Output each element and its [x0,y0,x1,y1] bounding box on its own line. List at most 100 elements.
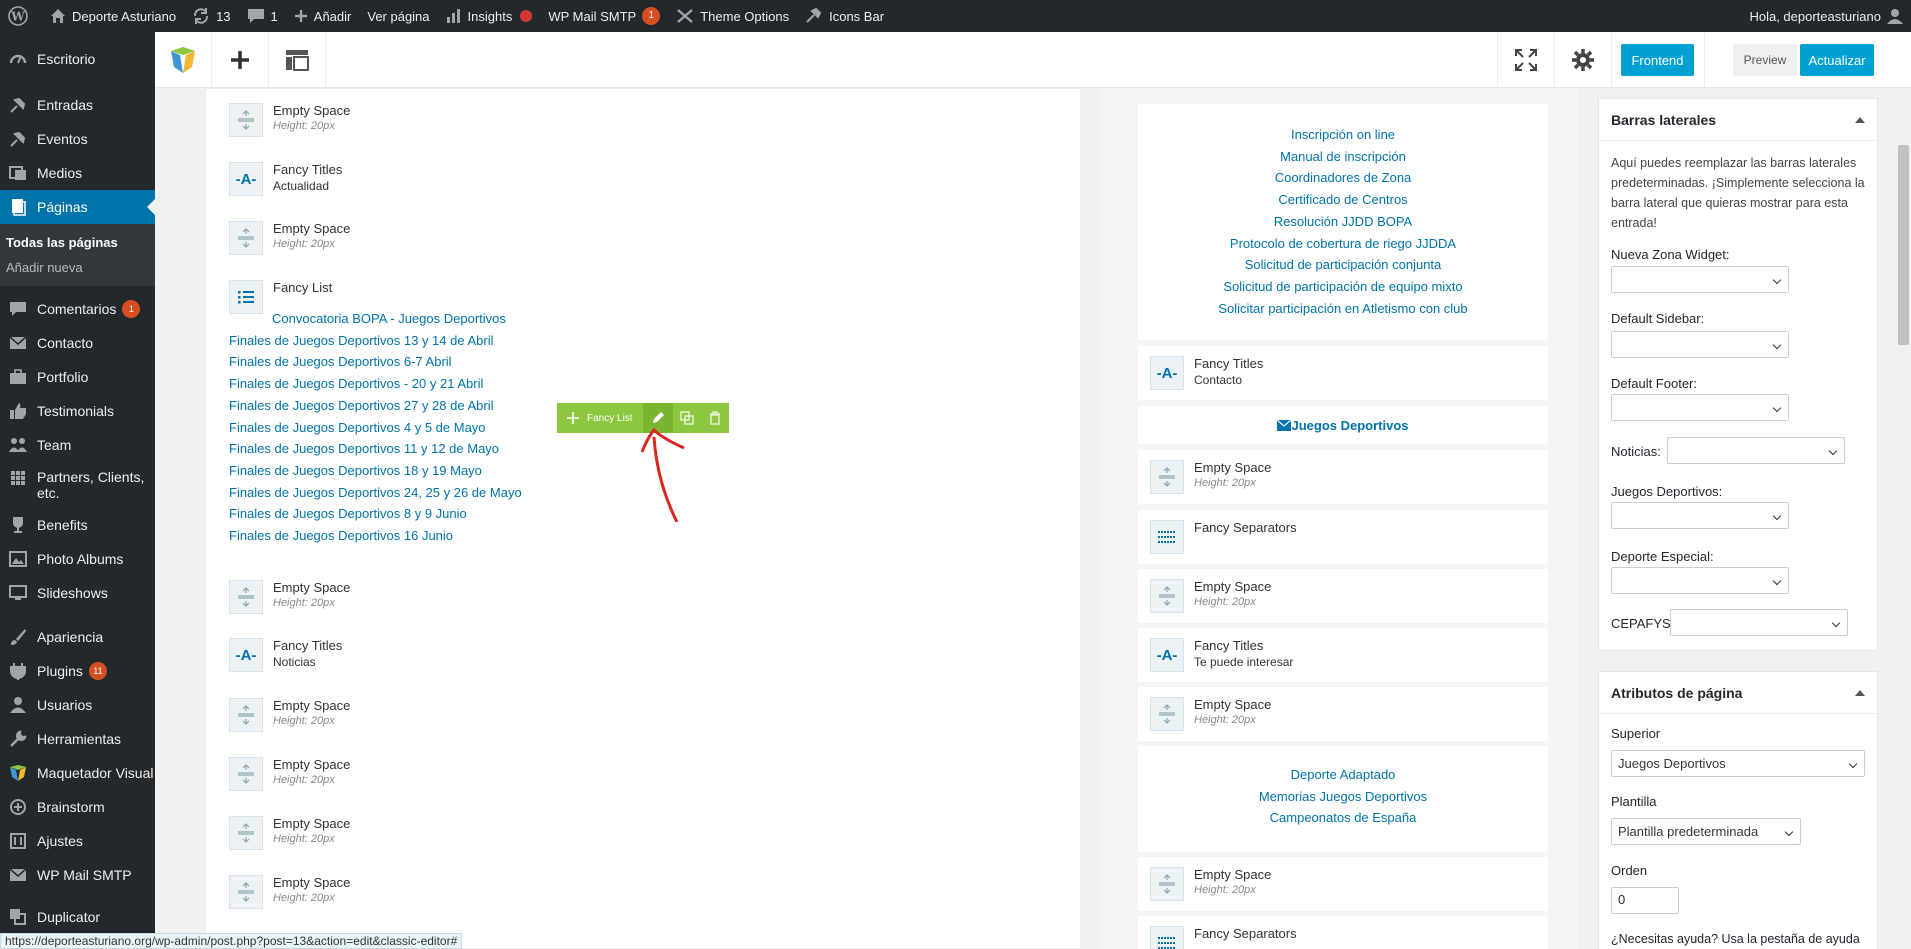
right-link[interactable]: Coordinadores de Zona [1138,167,1548,189]
fullscreen-button[interactable] [1498,32,1554,88]
empty-space-card[interactable]: Empty Space Height: 20px [1138,450,1548,504]
menu-photo-albums[interactable]: Photo Albums [0,542,155,576]
comments-link[interactable]: 1 [239,0,286,32]
empty-space-element[interactable]: Empty Space Height: 20px [229,757,350,791]
menu-escritorio[interactable]: Escritorio [0,42,155,76]
default-sidebar-select[interactable] [1611,331,1789,358]
right-link[interactable]: Memorias Juegos Deportivos [1138,786,1548,808]
menu-partners[interactable]: Partners, Clients, etc. [0,462,155,508]
empty-space-element[interactable]: Empty Space Height: 20px [229,816,350,850]
menu-brainstorm[interactable]: Brainstorm [0,790,155,824]
right-link[interactable]: Certificado de Centros [1138,189,1548,211]
list-link[interactable]: Finales de Juegos Deportivos 16 Junio [229,525,522,547]
menu-medios[interactable]: Medios [0,156,155,190]
empty-space-element[interactable]: Empty Space Height: 20px [229,580,350,614]
list-link[interactable]: Finales de Juegos Deportivos 18 y 19 May… [229,460,522,482]
nueva-zona-select[interactable] [1611,266,1789,293]
menu-benefits[interactable]: Benefits [0,508,155,542]
right-link[interactable]: Manual de inscripción [1138,146,1548,168]
menu-wp-mail-smtp[interactable]: WP Mail SMTP [0,858,155,892]
menu-apariencia[interactable]: Apariencia [0,620,155,654]
superior-select[interactable]: Juegos Deportivos [1611,750,1865,777]
menu-maquetador[interactable]: Maquetador Visual [0,756,155,790]
empty-space-card[interactable]: Empty Space Height: 20px [1138,857,1548,911]
user-menu[interactable]: Hola, deporteasturiano [1741,0,1911,32]
right-link[interactable]: Inscripción on line [1138,124,1548,146]
submenu-todas-paginas[interactable]: Todas las páginas [0,230,155,255]
fancy-separators-card[interactable]: Fancy Separators [1138,916,1548,949]
menu-paginas[interactable]: Páginas [0,190,155,224]
collapse-arrow-icon[interactable] [1855,689,1865,696]
delete-button[interactable] [701,403,729,433]
fancy-titles-element[interactable]: -A- Fancy Titles Noticias [229,638,342,672]
interest-links-block[interactable]: Deporte Adaptado Memorias Juegos Deporti… [1138,746,1548,852]
settings-button[interactable] [1555,32,1611,88]
list-link[interactable]: Finales de Juegos Deportivos 6-7 Abril [229,351,522,373]
empty-space-card[interactable]: Empty Space Height: 20px [1138,687,1548,741]
list-link[interactable]: Finales de Juegos Deportivos 8 y 9 Junio [229,503,522,525]
menu-eventos[interactable]: Eventos [0,122,155,156]
theme-options-link[interactable]: Theme Options [668,0,797,32]
juegos-select[interactable] [1611,502,1789,529]
fancy-titles-card[interactable]: -A- Fancy Titles Contacto [1138,346,1548,400]
empty-space-element[interactable]: Empty Space Height: 20px [229,875,350,909]
menu-testimonials[interactable]: Testimonials [0,394,155,428]
page-attributes-header[interactable]: Atributos de página [1599,672,1877,714]
right-link[interactable]: Protocolo de cobertura de riego JJDDA [1138,233,1548,255]
list-link[interactable]: Finales de Juegos Deportivos 24, 25 y 26… [229,482,522,504]
list-link[interactable]: Finales de Juegos Deportivos 11 y 12 de … [229,438,522,460]
fancy-titles-card[interactable]: -A- Fancy Titles Te puede interesar [1138,628,1548,682]
menu-portfolio[interactable]: Portfolio [0,360,155,394]
menu-comentarios[interactable]: Comentarios 1 [0,292,155,326]
menu-herramientas[interactable]: Herramientas [0,722,155,756]
empty-space-element[interactable]: Empty Space Height: 20px [229,221,350,255]
vc-logo-icon[interactable] [155,32,211,88]
menu-ajustes[interactable]: Ajustes [0,824,155,858]
menu-plugins[interactable]: Plugins 11 [0,654,155,688]
move-handle[interactable]: Fancy List [557,403,643,433]
list-link[interactable]: Finales de Juegos Deportivos 4 y 5 de Ma… [229,417,522,439]
right-link[interactable]: Solicitar participación en Atletismo con… [1138,298,1548,320]
orden-input[interactable]: 0 [1611,887,1679,914]
menu-team[interactable]: Team [0,428,155,462]
menu-entradas[interactable]: Entradas [0,88,155,122]
icons-bar-link[interactable]: Icons Bar [797,0,892,32]
templates-button[interactable] [269,32,325,88]
wordpress-logo-icon[interactable]: W [0,0,42,32]
updates-link[interactable]: 13 [184,0,238,32]
right-link[interactable]: Solicitud de participación conjunta [1138,254,1548,276]
list-link[interactable]: Finales de Juegos Deportivos - 20 y 21 A… [229,373,522,395]
default-footer-select[interactable] [1611,394,1789,421]
plantilla-select[interactable]: Plantilla predeterminada [1611,818,1801,845]
list-link[interactable]: Finales de Juegos Deportivos 13 y 14 de … [229,330,522,352]
email-link-card[interactable]: Juegos Deportivos [1138,406,1548,444]
menu-usuarios[interactable]: Usuarios [0,688,155,722]
sidebars-panel-header[interactable]: Barras laterales [1599,99,1877,141]
collapse-arrow-icon[interactable] [1855,116,1865,123]
wp-mail-smtp-link[interactable]: WP Mail SMTP 1 [540,0,668,32]
site-name-link[interactable]: Deporte Asturiano [42,0,184,32]
list-link[interactable]: Finales de Juegos Deportivos 27 y 28 de … [229,395,522,417]
right-link[interactable]: Deporte Adaptado [1138,764,1548,786]
right-link[interactable]: Campeonatos de España [1138,807,1548,829]
insights-link[interactable]: Insights [438,0,541,32]
cepafys-select[interactable] [1670,609,1848,636]
preview-button[interactable]: Preview [1733,44,1797,76]
update-button[interactable]: Actualizar [1800,44,1874,76]
scrollbar-thumb[interactable] [1898,145,1909,345]
empty-space-element[interactable]: Empty Space Height: 20px [229,698,350,732]
fancy-separators-card[interactable]: Fancy Separators [1138,510,1548,564]
links-text-block[interactable]: Inscripción on line Manual de inscripció… [1138,104,1548,340]
list-link[interactable]: Convocatoria BOPA - Juegos Deportivos [272,308,522,330]
view-page-link[interactable]: Ver página [359,0,437,32]
add-element-button[interactable] [212,32,268,88]
submenu-anadir-nueva[interactable]: Añadir nueva [0,255,155,280]
empty-space-card[interactable]: Empty Space Height: 20px [1138,569,1548,623]
email-link[interactable]: Juegos Deportivos [1291,418,1408,433]
empty-space-element[interactable]: Empty Space Height: 20px [229,103,350,137]
frontend-button[interactable]: Frontend [1621,44,1694,76]
add-new-link[interactable]: Añadir [286,0,360,32]
menu-contacto[interactable]: Contacto [0,326,155,360]
menu-duplicator[interactable]: Duplicator [0,900,155,934]
right-link[interactable]: Resolución JJDD BOPA [1138,211,1548,233]
